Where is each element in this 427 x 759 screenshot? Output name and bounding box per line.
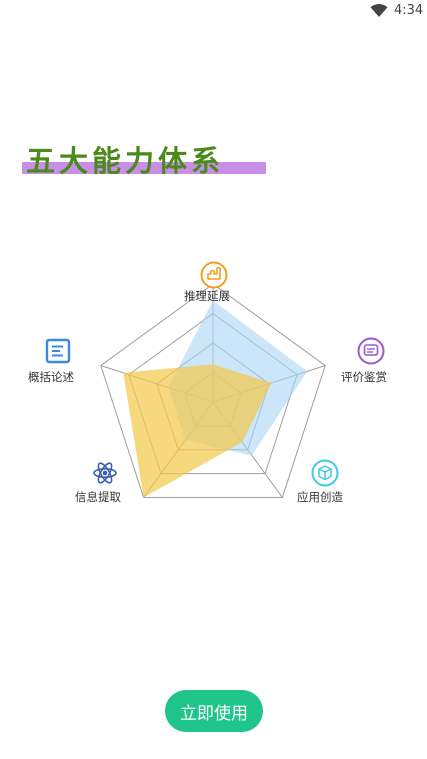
capability-label-extraction: 信息提取 bbox=[75, 490, 121, 504]
status-bar: 4:34 bbox=[0, 0, 427, 24]
page-title: 五大能力体系 bbox=[26, 144, 225, 178]
puzzle-icon[interactable] bbox=[199, 260, 229, 290]
atom-icon[interactable] bbox=[90, 458, 120, 488]
wifi-icon bbox=[370, 4, 388, 17]
start-button[interactable]: 立即使用 bbox=[165, 690, 263, 732]
status-time: 4:34 bbox=[394, 3, 424, 18]
document-icon[interactable] bbox=[43, 336, 73, 366]
capability-label-application: 应用创造 bbox=[297, 490, 343, 504]
capability-label-evaluation: 评价鉴赏 bbox=[341, 370, 387, 384]
ability-radar: 推理延展 评价鉴赏 应用创造 信息提取 概括论述 bbox=[0, 250, 427, 530]
cube-icon[interactable] bbox=[310, 458, 340, 488]
title-block: 五大能力体系 bbox=[22, 140, 266, 180]
radar-series bbox=[123, 300, 308, 498]
capability-label-summary: 概括论述 bbox=[28, 370, 74, 384]
message-icon[interactable] bbox=[356, 336, 386, 366]
capability-label-reasoning: 推理延展 bbox=[184, 289, 230, 303]
